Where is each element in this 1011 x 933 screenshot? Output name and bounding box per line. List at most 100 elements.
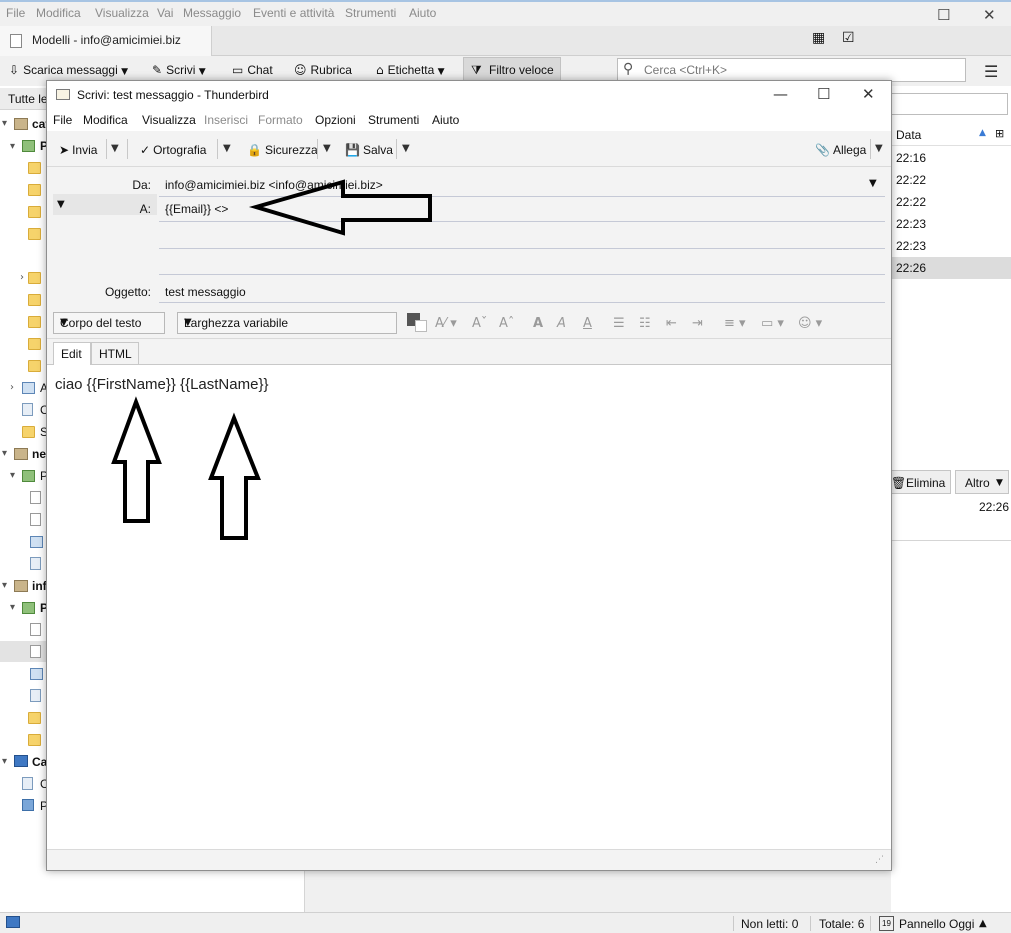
compose-menu-help[interactable]: Aiuto	[432, 113, 459, 127]
folder-account-2[interactable]: ne	[32, 447, 46, 461]
menu-message[interactable]: Messaggio	[183, 6, 241, 20]
thread-row[interactable]: 22:22	[891, 169, 1011, 191]
bold-icon[interactable]: A	[533, 316, 543, 331]
insert-image-icon[interactable]: ▭ ▾	[761, 316, 784, 331]
tab-html[interactable]: HTML	[91, 342, 139, 366]
twisty-icon[interactable]: ›	[20, 272, 24, 283]
close-icon[interactable]: ✕	[862, 85, 875, 103]
menu-edit[interactable]: Modifica	[36, 6, 81, 20]
indent-icon[interactable]: ⇥	[692, 316, 703, 331]
menu-events[interactable]: Eventi e attività	[253, 6, 334, 20]
thread-row[interactable]: 22:16	[891, 147, 1011, 169]
paragraph-style-select[interactable]: Corpo del testo ▼	[53, 312, 165, 334]
resize-grip-icon[interactable]: ⋰	[875, 855, 884, 865]
menu-view[interactable]: Visualizza	[95, 6, 149, 20]
thread-row[interactable]: 22:22	[891, 191, 1011, 213]
maximize-icon[interactable]: ☐	[937, 6, 950, 24]
document-icon	[30, 623, 41, 636]
save-dropdown-icon[interactable]: ▼	[402, 143, 410, 154]
compose-menu-insert[interactable]: Inserisci	[204, 113, 248, 127]
bullet-list-icon[interactable]: ☰	[613, 316, 625, 331]
menu-go[interactable]: Vai	[157, 6, 173, 20]
attach-button[interactable]: 📎 Allega	[815, 143, 866, 157]
today-pane-toggle[interactable]: Pannello Oggi	[899, 917, 974, 931]
tab-label: Modelli - info@amicimiei.biz	[32, 33, 181, 47]
font-size-icon[interactable]: A⁄ ▾	[435, 316, 457, 331]
twisty-icon[interactable]: ▾	[2, 756, 7, 767]
folder-pane-header[interactable]: Tutte le	[0, 88, 48, 110]
from-field[interactable]: info@amicimiei.biz <info@amicimiei.biz>	[165, 178, 383, 192]
spelling-dropdown-icon[interactable]: ▼	[223, 143, 231, 154]
thread-row[interactable]: 22:23	[891, 213, 1011, 235]
column-picker-icon[interactable]: ⊞	[995, 127, 1004, 140]
delete-button[interactable]: 🗑 Elimina	[886, 470, 951, 494]
background-color-icon[interactable]	[415, 320, 427, 332]
write-button[interactable]: ✎ Scrivi ▼	[152, 63, 210, 77]
folder-icon	[28, 184, 41, 196]
larger-text-icon[interactable]: Aˆ	[499, 316, 514, 331]
compose-menu-file[interactable]: File	[53, 113, 72, 127]
send-dropdown-icon[interactable]: ▼	[111, 143, 119, 154]
calendar-icon[interactable]: ▦	[812, 30, 825, 46]
menu-help[interactable]: Aiuto	[409, 6, 436, 20]
twisty-icon[interactable]: ▾	[2, 448, 7, 459]
address-book-button[interactable]: ☺ Rubrica	[294, 63, 352, 77]
menu-tools[interactable]: Strumenti	[345, 6, 396, 20]
save-button[interactable]: 💾 Salva	[345, 143, 393, 157]
twisty-icon[interactable]: ▾	[2, 118, 7, 129]
more-button[interactable]: Altro ▼	[955, 470, 1009, 494]
search-input[interactable]: ⚲ Cerca <Ctrl+K>	[617, 58, 966, 82]
compose-menu-tools[interactable]: Strumenti	[368, 113, 419, 127]
compose-menu-format[interactable]: Formato	[258, 113, 303, 127]
outdent-icon[interactable]: ⇤	[666, 316, 677, 331]
thread-date: 22:16	[896, 151, 927, 165]
divider	[810, 916, 811, 931]
get-messages-button[interactable]: ⇩ Scarica messaggi ▼	[9, 63, 132, 77]
compose-menu-edit[interactable]: Modifica	[83, 113, 128, 127]
tasks-icon[interactable]: ☑	[842, 30, 855, 46]
menu-file[interactable]: File	[6, 6, 25, 20]
to-field[interactable]: {{Email}} <>	[165, 202, 228, 216]
security-dropdown-icon[interactable]: ▼	[323, 143, 331, 154]
twisty-icon[interactable]: ▾	[10, 470, 15, 481]
twisty-icon[interactable]: ▾	[10, 602, 15, 613]
minimize-icon[interactable]: —	[773, 85, 788, 103]
close-icon[interactable]: ✕	[983, 6, 996, 24]
chat-button[interactable]: ▭ Chat	[232, 63, 273, 77]
attach-dropdown-icon[interactable]: ▼	[875, 143, 883, 154]
thread-row[interactable]: 22:23	[891, 235, 1011, 257]
smaller-text-icon[interactable]: Aˇ	[472, 316, 487, 331]
numbered-list-icon[interactable]: ☷	[639, 316, 651, 331]
spelling-button[interactable]: ✓ Ortografia	[140, 143, 206, 157]
folder-account-3[interactable]: inf	[32, 579, 47, 593]
italic-icon[interactable]: A	[557, 316, 566, 331]
twisty-icon[interactable]: ▾	[10, 141, 15, 152]
twisty-icon[interactable]: ›	[10, 382, 14, 393]
underline-icon[interactable]: A	[583, 316, 592, 331]
compose-menu-view[interactable]: Visualizza	[142, 113, 196, 127]
message-body-text[interactable]: ciao {{FirstName}} {{LastName}}	[55, 376, 268, 393]
maximize-icon[interactable]: ☐	[817, 85, 830, 103]
align-icon[interactable]: ≡ ▾	[724, 316, 746, 331]
chevron-up-icon[interactable]: ▲	[979, 918, 987, 929]
from-dropdown-icon[interactable]: ▼	[869, 178, 877, 189]
chevron-down-icon[interactable]: ▼	[57, 199, 65, 210]
tab-templates[interactable]: Modelli - info@amicimiei.biz	[0, 26, 212, 56]
emoji-icon[interactable]: ☺ ▾	[798, 316, 822, 331]
trash-icon	[22, 777, 33, 790]
date-column-header[interactable]: Data ▲ ⊞	[891, 124, 1011, 146]
quick-filter-input[interactable]	[891, 93, 1008, 115]
compose-menu-options[interactable]: Opzioni	[315, 113, 356, 127]
tag-button[interactable]: ⌂ Etichetta ▼	[376, 63, 449, 77]
chevron-down-icon[interactable]: ▼	[199, 67, 206, 77]
security-button[interactable]: 🔒 Sicurezza	[247, 143, 318, 157]
subject-field[interactable]: test messaggio	[165, 285, 246, 299]
tab-edit[interactable]: Edit	[53, 342, 91, 366]
font-select[interactable]: Larghezza variabile ▼	[177, 312, 397, 334]
app-menu-icon[interactable]: ☰	[984, 62, 998, 81]
send-button[interactable]: ➤ Invia	[59, 143, 97, 157]
twisty-icon[interactable]: ▾	[2, 580, 7, 591]
chevron-down-icon[interactable]: ▼	[121, 67, 128, 77]
message-body-editor[interactable]: ciao {{FirstName}} {{LastName}}	[47, 365, 891, 849]
thread-row-selected[interactable]: 22:26	[891, 257, 1011, 279]
